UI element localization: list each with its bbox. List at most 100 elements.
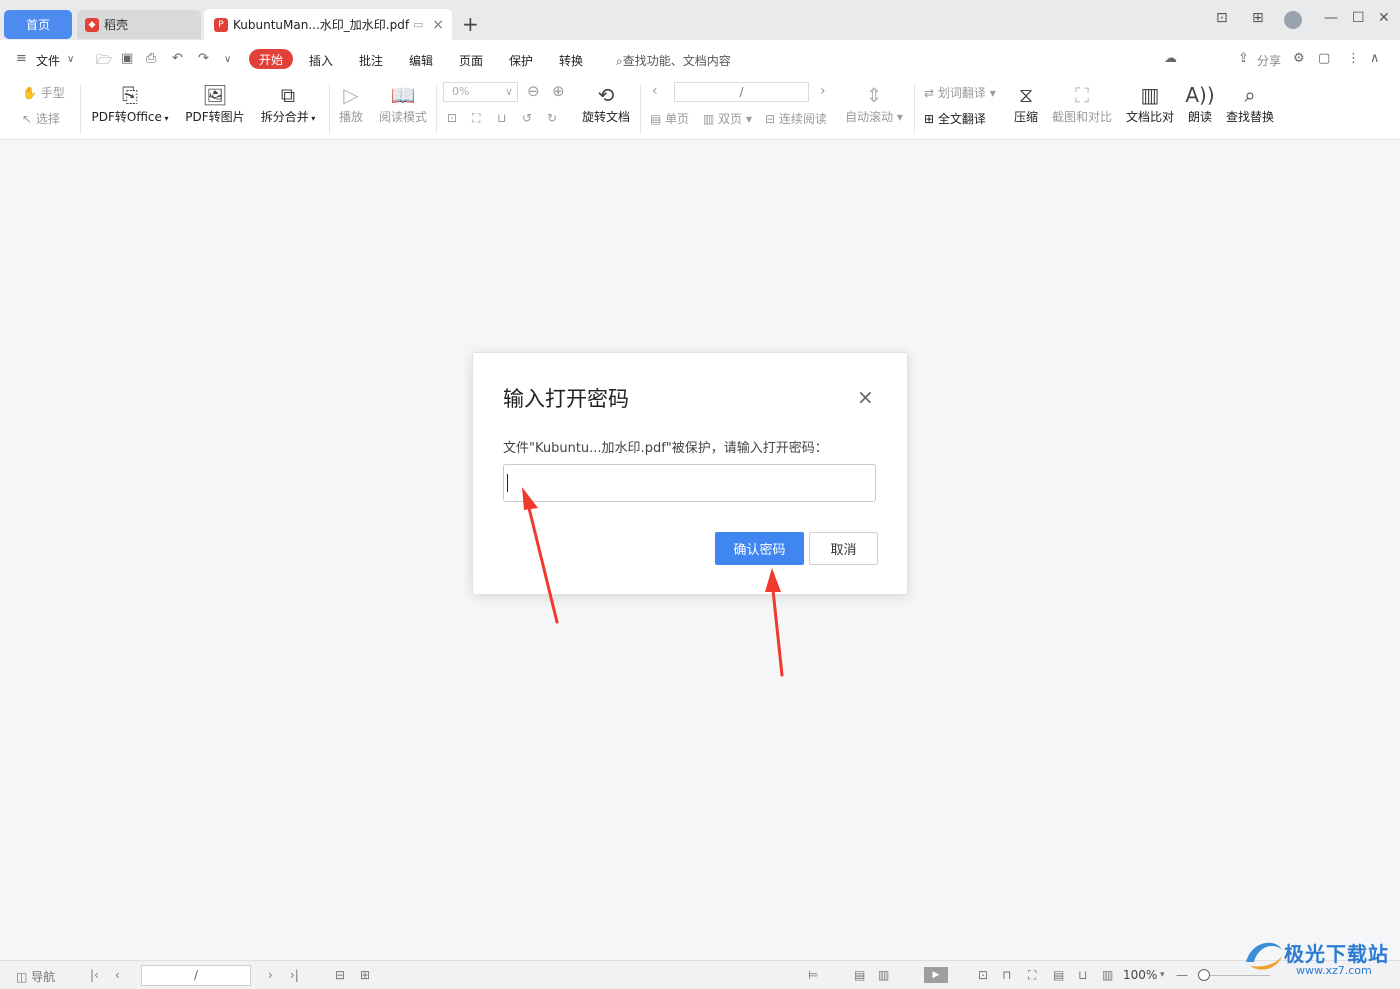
hand-label: 手型 [40,86,65,100]
close-window-icon[interactable]: ✕ [1378,10,1390,26]
print-icon[interactable]: ⎙ [146,51,156,66]
play-icon[interactable]: ▶ [924,967,948,983]
word-translate-button[interactable]: ⇄ 划词翻译 ▾ [924,84,996,101]
fit-width-icon[interactable]: ⊔ [497,111,506,125]
fit-page-icon[interactable]: ⛶ [1028,968,1036,983]
search-function[interactable]: ⌕查找功能、文档内容 [616,52,731,69]
menu-convert[interactable]: 转换 [559,52,583,69]
minimize-icon[interactable]: — [1324,10,1338,26]
screenshot-compare-button[interactable]: ⛶ 截图和对比 [1050,82,1114,125]
select-tool[interactable]: ↖ 选择 [22,110,60,127]
page-number-input[interactable]: / [674,82,809,102]
menu-annotate[interactable]: 批注 [359,52,383,69]
hand-tool[interactable]: ✋ 手型 [22,84,65,101]
zoom-out-icon[interactable]: — [1176,968,1188,982]
search-icon: ⌕ [616,54,623,68]
last-page-icon[interactable]: ›| [290,968,299,982]
split-merge-button[interactable]: ⧉ 拆分合并 ▾ [258,82,318,125]
fit-width-icon[interactable]: ⊨ [808,968,818,982]
double-page-icon[interactable]: ▥ [878,968,889,982]
zoom-dropdown-icon[interactable]: ▾ [1160,970,1165,980]
full-translate-button[interactable]: ⊞ 全文翻译 [924,110,986,127]
zoom-select[interactable]: 0% ∨ [443,82,518,102]
tab-document[interactable]: P KubuntuMan...水印_加水印.pdf ▭ × [204,9,452,40]
zoom-in-icon[interactable]: ⊕ [552,82,565,100]
password-dialog: 输入打开密码 × 文件"Kubuntu...加水印.pdf"被保护，请输入打开密… [472,352,908,595]
avatar[interactable] [1284,11,1302,29]
actual-size-icon[interactable]: ⊡ [447,111,457,125]
dialog-close-icon[interactable]: × [857,385,874,409]
read-mode-button[interactable]: 📖 阅读模式 [376,82,430,125]
back-icon[interactable]: ⊟ [335,968,345,982]
quick-access-dropdown-icon[interactable]: ∨ [224,54,231,65]
zoom-slider-handle[interactable] [1198,969,1210,981]
rotate-left-icon[interactable]: ↺ [522,111,532,125]
open-folder-icon[interactable]: 🗁 [96,51,112,73]
menu-insert[interactable]: 插入 [309,52,333,69]
hamburger-icon[interactable]: ≡ [16,51,27,66]
single-page-icon[interactable]: ▤ [854,968,865,982]
page-view-icon[interactable]: ▤ [1053,968,1064,982]
collapse-ribbon-icon[interactable]: ∧ [1370,51,1380,66]
fit-page-icon[interactable]: ⛶ [472,111,480,126]
actual-size-icon[interactable]: ⊡ [978,968,988,982]
screenshot-compare-label: 截图和对比 [1051,110,1112,124]
continuous-read-button[interactable]: ⊟ 连续阅读 [765,110,827,127]
next-page-icon[interactable]: › [268,968,273,982]
zoom-level[interactable]: 100% [1123,968,1157,982]
zoom-out-icon[interactable]: ⊖ [527,82,540,100]
prev-page-icon[interactable]: ‹ [652,83,658,99]
add-tab-button[interactable]: + [462,12,479,36]
share-button[interactable]: 分享 [1257,52,1281,69]
doc-compare-button[interactable]: ▥ 文档比对 [1124,82,1176,125]
menu-file[interactable]: 文件 [36,52,60,69]
layout-icon[interactable]: ⊡ [1216,10,1228,26]
pdf-file-icon: P [214,17,228,32]
more-icon[interactable]: ⋮ [1347,51,1360,66]
chevron-down-icon[interactable]: ∨ [67,54,74,65]
pdf-to-office-button[interactable]: ⎘ PDF转Office ▾ [90,82,170,125]
nav-button[interactable]: ◫ 导航 [16,968,55,985]
select-label: 选择 [35,112,60,126]
grid-icon[interactable]: ⊞ [1252,10,1264,26]
cloud-sync-icon[interactable]: ☁ [1164,51,1177,66]
confirm-password-button[interactable]: 确认密码 [715,532,804,565]
save-icon[interactable]: ▣ [121,51,133,66]
monitor-icon: ▭ [413,18,424,31]
pdf-to-image-button[interactable]: 🖼 PDF转图片 [184,82,246,125]
menu-edit[interactable]: 编辑 [409,52,433,69]
fit-height-icon[interactable]: ⊓ [1002,968,1011,982]
tab-close-icon[interactable]: × [432,17,444,33]
forward-icon[interactable]: ⊞ [360,968,370,982]
cancel-button[interactable]: 取消 [809,532,878,565]
auto-scroll-button[interactable]: ⇕ 自动滚动 ▾ [844,82,904,125]
play-button[interactable]: ▷ 播放 [336,82,366,125]
password-input[interactable] [503,464,876,502]
menu-start[interactable]: 开始 [249,49,293,69]
continuous-icon[interactable]: ⊔ [1078,968,1087,982]
redo-icon[interactable]: ↷ [198,51,209,66]
menu-page[interactable]: 页面 [459,52,483,69]
tab-daoke[interactable]: ◆ 稻壳 [77,10,201,39]
zoom-value: 0% [452,85,470,98]
share-icon[interactable]: ⇪ [1238,51,1249,66]
menu-protect[interactable]: 保护 [509,52,533,69]
single-page-button[interactable]: ▤ 单页 [650,110,689,127]
status-page-input[interactable]: / [141,965,251,986]
double-page-button[interactable]: ▥ 双页 ▾ [703,110,752,127]
settings-icon[interactable]: ⚙ [1293,51,1305,66]
prev-page-icon[interactable]: ‹ [115,968,120,982]
tab-home[interactable]: 首页 [4,10,72,39]
rotate-right-icon[interactable]: ↻ [547,111,557,125]
undo-icon[interactable]: ↶ [172,51,183,66]
two-page-icon[interactable]: ▥ [1102,968,1113,982]
pdf-to-office-icon: ⎘ [122,83,138,107]
read-aloud-button[interactable]: A)) 朗读 [1184,82,1216,125]
rotate-doc-button[interactable]: ⟲ 旋转文档 [580,82,632,125]
maximize-icon[interactable]: ☐ [1352,10,1365,26]
compress-button[interactable]: ⧖ 压缩 [1010,82,1042,125]
comment-icon[interactable]: ▢ [1318,51,1330,66]
find-replace-button[interactable]: ⌕ 查找替换 [1224,82,1276,125]
first-page-icon[interactable]: |‹ [90,968,99,982]
next-page-icon[interactable]: › [820,83,826,99]
